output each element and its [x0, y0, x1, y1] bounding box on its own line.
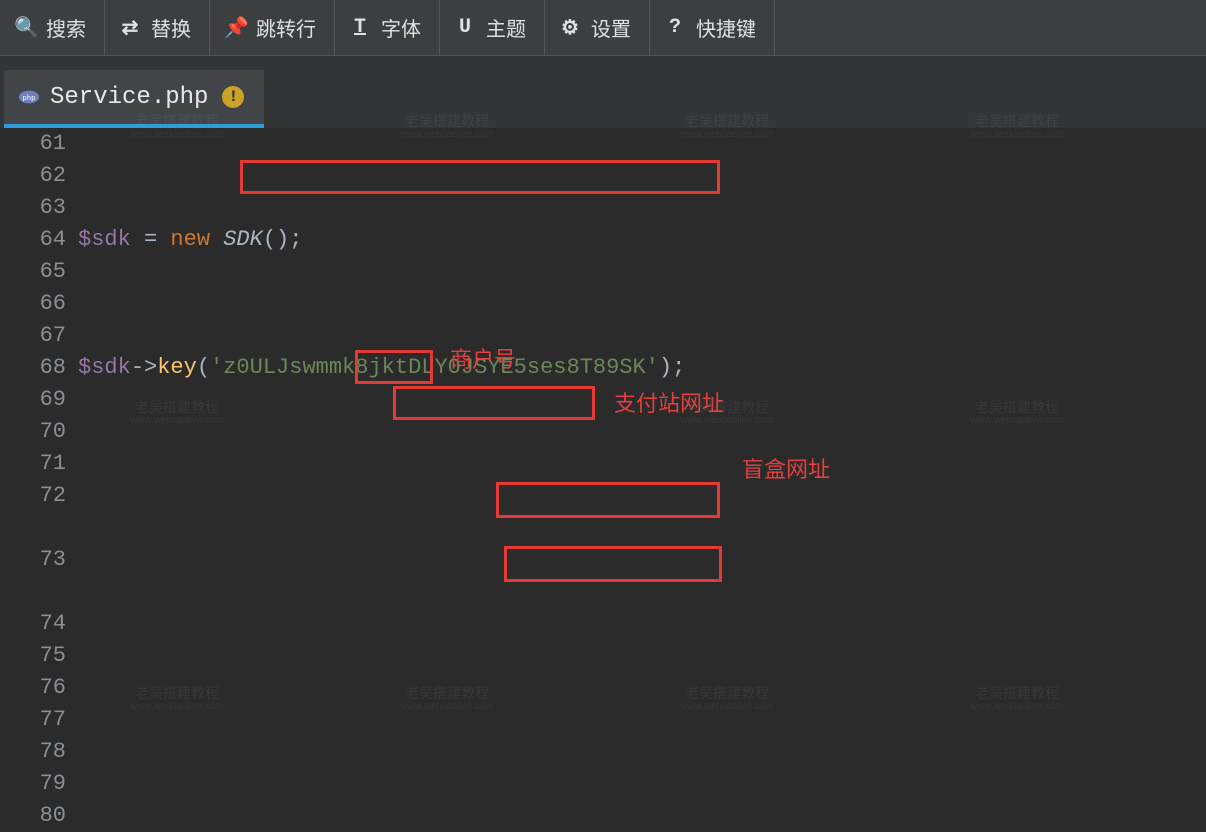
svg-text:php: php — [22, 95, 35, 103]
php-file-icon: php — [18, 86, 40, 108]
toolbar-search-label: 搜索 — [46, 13, 86, 43]
tab-filename: Service.php — [50, 84, 208, 111]
toolbar-shortcuts-label: 快捷键 — [696, 13, 756, 43]
toolbar-font-label: 字体 — [381, 13, 421, 43]
magnet-icon: U — [454, 16, 476, 39]
search-icon: 🔍 — [14, 15, 36, 41]
annotation-pay-site: 支付站网址 — [614, 388, 724, 420]
toolbar-replace[interactable]: ⇄ 替换 — [105, 0, 210, 56]
toolbar-settings[interactable]: ⚙ 设置 — [545, 0, 650, 56]
highlight-box — [393, 386, 595, 420]
toolbar-goto-label: 跳转行 — [256, 13, 316, 43]
highlight-box — [504, 546, 722, 582]
code-line: $sdk->key('z0ULJswmmk8jktDLY0JSYE5ses8T8… — [78, 352, 1206, 384]
gear-icon: ⚙ — [559, 15, 581, 41]
code-editor[interactable]: 61 62 63 64 65 66 67 68 69 70 71 72 73 7… — [0, 128, 1206, 828]
font-icon: T — [349, 16, 371, 39]
toolbar-settings-label: 设置 — [591, 13, 631, 43]
warning-badge-icon: ! — [222, 86, 244, 108]
code-line: $sdk = new SDK(); — [78, 224, 1206, 256]
toolbar: 🔍 搜索 ⇄ 替换 📌 跳转行 T 字体 U 主题 ⚙ 设置 ? 快捷键 — [0, 0, 1206, 56]
highlight-box — [240, 160, 720, 194]
toolbar-replace-label: 替换 — [151, 13, 191, 43]
toolbar-shortcuts[interactable]: ? 快捷键 — [650, 0, 775, 56]
toolbar-theme[interactable]: U 主题 — [440, 0, 545, 56]
toolbar-font[interactable]: T 字体 — [335, 0, 440, 56]
code-line — [78, 608, 1206, 640]
code-line — [78, 736, 1206, 768]
pin-icon: 📌 — [224, 15, 246, 41]
tab-service-php[interactable]: php Service.php ! — [4, 70, 264, 128]
swap-icon: ⇄ — [119, 15, 141, 41]
tab-bar: php Service.php ! — [0, 56, 1206, 128]
code-line — [78, 480, 1206, 512]
code-area[interactable]: $sdk = new SDK(); $sdk->key('z0ULJswmmk8… — [78, 128, 1206, 828]
help-icon: ? — [664, 16, 686, 39]
toolbar-search[interactable]: 🔍 搜索 — [0, 0, 105, 56]
toolbar-theme-label: 主题 — [486, 13, 526, 43]
line-gutter: 61 62 63 64 65 66 67 68 69 70 71 72 73 7… — [0, 128, 78, 828]
toolbar-goto-line[interactable]: 📌 跳转行 — [210, 0, 335, 56]
